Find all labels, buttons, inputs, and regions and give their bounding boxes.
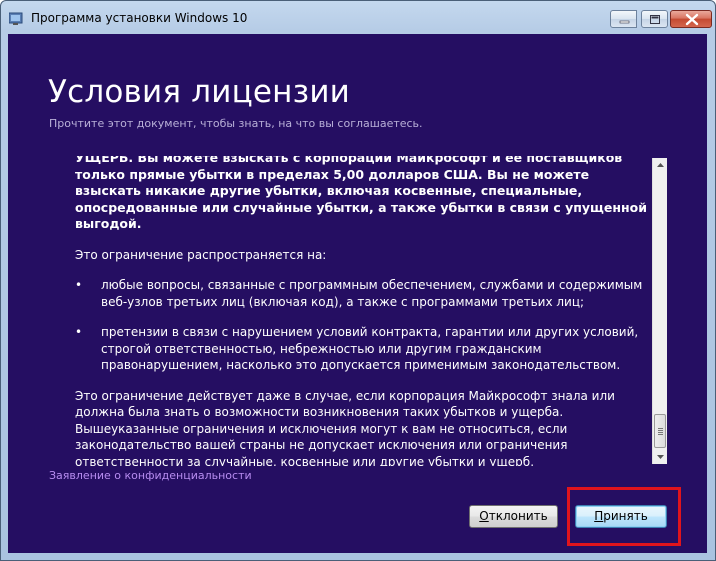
- grip-line: [658, 430, 663, 431]
- scroll-thumb[interactable]: [654, 414, 666, 448]
- list-item: • любые вопросы, связанные с программным…: [75, 277, 655, 310]
- arrow-up-icon: [657, 163, 664, 167]
- grip-line: [658, 434, 663, 435]
- license-text: УЩЕРБ. Вы можете взыскать с корпорации М…: [75, 156, 655, 466]
- license-paragraph-closing: Это ограничение действует даже в случае,…: [75, 388, 615, 467]
- scroll-up-button[interactable]: [653, 158, 668, 172]
- license-scrollbar[interactable]: [652, 158, 667, 464]
- close-icon: [685, 13, 699, 26]
- maximize-icon: [650, 15, 660, 24]
- minimize-icon: [619, 20, 630, 24]
- close-button[interactable]: [670, 10, 712, 28]
- page-title: Условия лицензии: [48, 74, 351, 110]
- decline-label: тклонить: [488, 509, 548, 523]
- setup-window: Программа установки Windows 10 Условия л…: [0, 0, 716, 561]
- accept-label: ринять: [603, 509, 648, 523]
- decline-mnemonic: О: [479, 509, 489, 523]
- accept-mnemonic: П: [594, 509, 604, 523]
- license-paragraph-scope: Это ограничение распространяется на:: [75, 247, 327, 262]
- arrow-down-icon: [657, 455, 664, 459]
- list-item-text: любые вопросы, связанные с программным о…: [101, 278, 643, 309]
- scroll-down-button[interactable]: [653, 450, 668, 464]
- grip-line: [658, 428, 663, 429]
- grip-line: [658, 432, 663, 433]
- privacy-statement-link[interactable]: Заявление о конфиденциальности: [49, 469, 252, 482]
- bullet-icon: •: [75, 278, 83, 292]
- list-item-text: претензии в связи с нарушением условий к…: [101, 325, 639, 372]
- page-subtitle: Прочтите этот документ, чтобы знать, на …: [49, 117, 423, 130]
- windows-setup-icon: [8, 11, 25, 25]
- license-paragraph-damages: УЩЕРБ. Вы можете взыскать с корпорации М…: [75, 156, 647, 231]
- license-text-area[interactable]: УЩЕРБ. Вы можете взыскать с корпорации М…: [49, 156, 669, 466]
- setup-content: Условия лицензии Прочтите этот документ,…: [8, 34, 707, 553]
- window-title: Программа установки Windows 10: [31, 11, 248, 25]
- minimize-button[interactable]: [610, 10, 637, 28]
- maximize-button[interactable]: [641, 10, 668, 28]
- bullet-icon: •: [75, 325, 83, 339]
- decline-button[interactable]: Отклонить: [469, 505, 558, 528]
- title-bar[interactable]: Программа установки Windows 10: [1, 1, 715, 35]
- accept-button[interactable]: Принять: [575, 505, 667, 528]
- list-item: • претензии в связи с нарушением условий…: [75, 324, 655, 374]
